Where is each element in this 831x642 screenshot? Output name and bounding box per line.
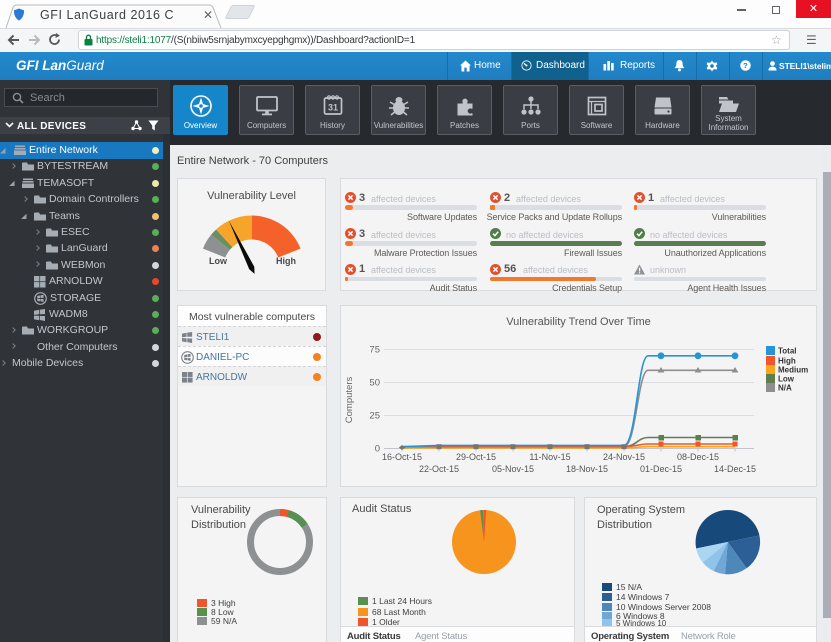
svg-text:18-Nov-15: 18-Nov-15 bbox=[566, 464, 608, 474]
svg-text:31: 31 bbox=[327, 103, 337, 113]
svg-text:25: 25 bbox=[369, 411, 380, 422]
svg-text:16-Oct-15: 16-Oct-15 bbox=[382, 452, 422, 462]
svg-text:Total: Total bbox=[778, 347, 797, 356]
svg-text:Computers: Computers bbox=[344, 377, 355, 424]
svg-text:22-Oct-15: 22-Oct-15 bbox=[419, 464, 459, 474]
svg-text:14-Dec-15: 14-Dec-15 bbox=[714, 464, 756, 474]
svg-text:24-Nov-15: 24-Nov-15 bbox=[603, 452, 645, 462]
svg-text:29-Oct-15: 29-Oct-15 bbox=[456, 452, 496, 462]
svg-text:Low: Low bbox=[778, 375, 795, 384]
svg-text:0: 0 bbox=[375, 444, 380, 455]
svg-text:N/A: N/A bbox=[778, 384, 792, 393]
svg-text:High: High bbox=[276, 256, 296, 266]
svg-text:High: High bbox=[778, 357, 796, 366]
svg-text:08-Dec-15: 08-Dec-15 bbox=[677, 452, 719, 462]
svg-text:11-Nov-15: 11-Nov-15 bbox=[529, 452, 570, 462]
svg-text:50: 50 bbox=[369, 378, 380, 389]
svg-text:05-Nov-15: 05-Nov-15 bbox=[492, 464, 534, 474]
svg-text:?: ? bbox=[743, 61, 748, 70]
svg-text:01-Dec-15: 01-Dec-15 bbox=[640, 464, 682, 474]
svg-text:75: 75 bbox=[369, 345, 380, 356]
svg-text:Medium: Medium bbox=[778, 366, 808, 375]
svg-text:Low: Low bbox=[209, 256, 228, 266]
